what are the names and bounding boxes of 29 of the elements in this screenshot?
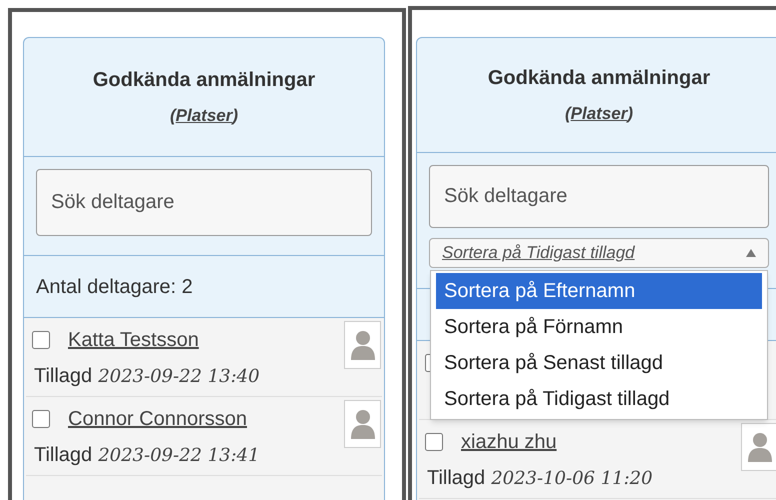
checkbox[interactable]: [32, 410, 50, 428]
sort-option[interactable]: Sortera på Tidigast tillagd: [436, 381, 762, 417]
panel-title: Godkända anmälningar: [92, 68, 316, 94]
participant-link[interactable]: Katta Testsson: [68, 325, 199, 355]
places-link[interactable]: Platser: [570, 104, 628, 124]
sort-option[interactable]: Sortera på Förnamn: [436, 309, 762, 345]
sort-option[interactable]: Sortera på Efternamn: [436, 273, 762, 309]
added-date: 2023-09-22 13:40: [98, 365, 260, 389]
panel-title: Godkända anmälningar: [488, 66, 710, 92]
added-date: 2023-09-22 13:41: [98, 444, 260, 468]
participant-link[interactable]: xiazhu zhu: [461, 427, 557, 457]
search-field[interactable]: Sök deltagare: [36, 169, 372, 236]
participant-link[interactable]: Connor Connorsson: [68, 404, 247, 434]
checkbox[interactable]: [425, 433, 443, 451]
checkbox[interactable]: [32, 331, 50, 349]
places-note: (Platser): [564, 103, 634, 126]
places-link[interactable]: Platser: [176, 106, 232, 126]
added-label: Tillagd: [427, 466, 486, 491]
added-date: 2023-10-06 11:20: [491, 467, 653, 491]
participant-count: Antal deltagare: 2: [36, 274, 193, 300]
added-label: Tillagd: [34, 364, 92, 389]
sort-option[interactable]: Sortera på Senast tillagd: [436, 345, 762, 381]
person-silhouette-icon: [350, 329, 376, 361]
person-silhouette-icon: [350, 408, 376, 440]
added-label: Tillagd: [34, 443, 92, 468]
person-silhouette-icon: [746, 431, 772, 463]
caret-icon: [746, 249, 756, 257]
search-field[interactable]: Sök deltagare: [429, 165, 769, 228]
places-note: (Platser): [170, 105, 238, 128]
